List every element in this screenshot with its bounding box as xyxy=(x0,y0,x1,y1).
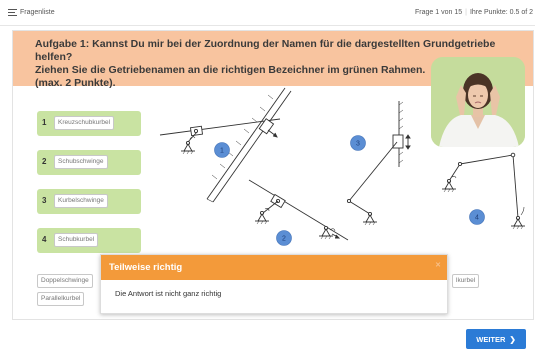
dialog-message: Die Antwort ist nicht ganz richtig xyxy=(115,289,222,298)
badge-label: 3 xyxy=(356,141,360,148)
badge-label: 1 xyxy=(220,148,224,155)
close-icon[interactable]: ✕ xyxy=(435,261,441,269)
mechanism-badge-4: 4 xyxy=(469,209,485,225)
question-list-label: Fragenliste xyxy=(20,9,55,16)
mechanism-3 xyxy=(346,101,411,226)
mechanism-diagrams: 1 2 3 4 xyxy=(159,87,525,246)
draggable-option[interactable]: Parallelkurbel xyxy=(37,292,85,306)
mechanism-2 xyxy=(248,179,349,241)
draggable-option[interactable]: Doppelschwinge xyxy=(37,274,93,288)
list-icon xyxy=(8,9,17,16)
badge-label: 2 xyxy=(282,236,286,243)
mechanism-badge-1: 1 xyxy=(214,142,230,158)
mechanism-badge-2: 2 xyxy=(276,230,292,246)
question-counter: Frage 1 von 15 xyxy=(415,9,463,16)
points-label: Ihre Punkte: 0.5 of 2 xyxy=(469,9,533,16)
badge-label: 4 xyxy=(475,215,479,222)
dialog-title: Teilweise richtig xyxy=(109,262,183,273)
next-button-label: WEITER xyxy=(476,334,506,344)
top-bar: Fragenliste Frage 1 von 15 | Ihre Punkte: … xyxy=(0,0,535,26)
dialog-header: Teilweise richtig ✕ xyxy=(101,255,447,280)
chevron-right-icon: ❯ xyxy=(509,334,516,344)
question-list-menu[interactable]: Fragenliste xyxy=(8,9,55,16)
footer: WEITER ❯ xyxy=(0,322,535,352)
mechanism-badge-3: 3 xyxy=(350,135,366,151)
draggable-option[interactable]: lkurbel xyxy=(452,274,480,288)
progress-info: Frage 1 von 15 | Ihre Punkte: 0.5 of 2 xyxy=(415,9,533,16)
feedback-dialog: Teilweise richtig ✕ Die Antwort ist nich… xyxy=(100,254,448,314)
next-button[interactable]: WEITER ❯ xyxy=(466,329,526,349)
